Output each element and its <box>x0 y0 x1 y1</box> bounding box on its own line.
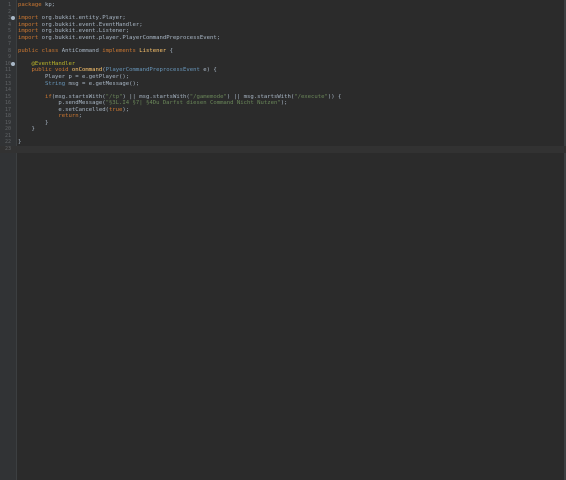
code-token: Listener <box>139 47 167 54</box>
code-token: org.bukkit.event.Listener; <box>38 28 130 35</box>
code-token: } <box>18 119 49 126</box>
code-token: public void <box>31 67 72 74</box>
code-line[interactable]: 23 <box>0 146 566 153</box>
code-token: if <box>44 93 52 100</box>
code-token: msg = e.getMessage(); <box>65 80 140 87</box>
code-token: import <box>18 21 39 28</box>
code-token: org.bukkit.event.EventHandler; <box>38 21 143 28</box>
fold-marker-icon[interactable] <box>11 16 15 21</box>
code-token: ) || msg.startsWith( <box>226 93 295 100</box>
code-token: package <box>18 2 42 8</box>
code-token: } <box>18 139 22 146</box>
code-token: { <box>166 47 173 54</box>
code-token: e.setCancelled( <box>18 106 109 113</box>
code-token: AntiCommand <box>61 47 103 54</box>
code-lines[interactable]: 1 package kp; 2 3 import org.bukkit.entity.P… <box>0 2 566 153</box>
code-editor[interactable]: 1 package kp; 2 3 import org.bukkit.entity.P… <box>0 0 566 480</box>
code-token: e) { <box>199 67 217 74</box>
code-token: )) { <box>327 93 342 100</box>
fold-marker-icon[interactable] <box>11 62 15 67</box>
code-token: public class <box>18 47 62 54</box>
line-number: 23 <box>4 146 11 153</box>
code-token: ); <box>280 100 288 107</box>
code-token: (msg.startsWith( <box>51 93 106 100</box>
code-token: true <box>108 106 123 113</box>
code-token: @EventHandler <box>31 60 76 67</box>
code-token: p.sendMessage( <box>18 100 106 107</box>
code-token: "§3L.I4 §7| §4Du Darfst diesen Command N… <box>105 100 281 107</box>
code-token: org.bukkit.entity.Player; <box>38 15 126 22</box>
code-token: "/execute" <box>294 93 328 100</box>
code-token: implements <box>102 47 140 54</box>
code-token: PlayerCommandPreprocessEvent <box>105 67 200 74</box>
code-token: onCommand <box>71 67 103 74</box>
code-token: ) || msg.startsWith( <box>122 93 190 100</box>
code-token: ); <box>122 106 130 113</box>
code-token: import <box>18 28 39 35</box>
code-token: "/tp" <box>105 93 123 100</box>
code-token: Player p = e.getPlayer(); <box>18 74 130 81</box>
code-token: org.bukkit.event.player.PlayerCommandPre… <box>38 34 221 41</box>
code-token: kp; <box>41 2 56 8</box>
code-token: } <box>18 126 35 133</box>
code-token: String <box>44 80 66 87</box>
code-token: ; <box>78 113 83 120</box>
code-token: return <box>58 113 79 120</box>
code-token: import <box>18 34 39 41</box>
code-token: "/gamemode" <box>189 93 227 100</box>
code-token: import <box>18 15 39 22</box>
